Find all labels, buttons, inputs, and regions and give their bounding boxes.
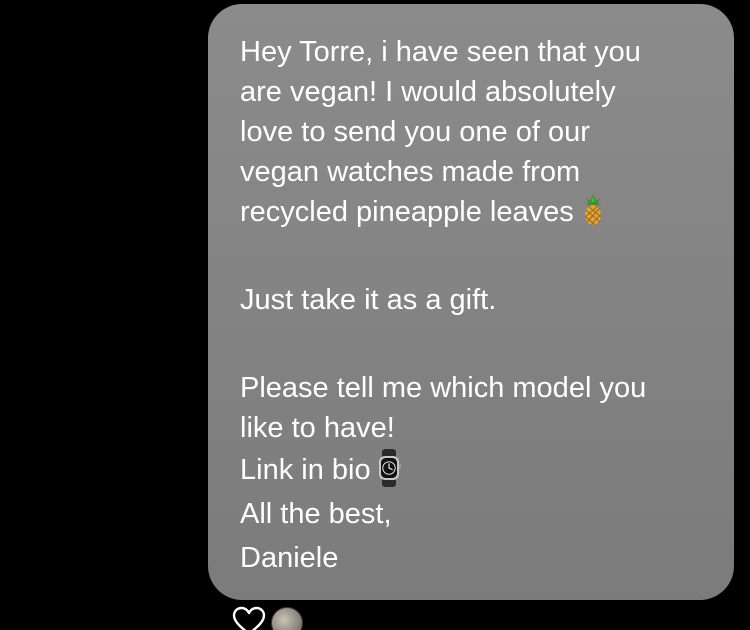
message-signature: Daniele <box>240 542 339 574</box>
watch-icon <box>378 449 401 488</box>
message-paragraph-intro: Hey Torre, i have seen that you are vega… <box>240 32 706 232</box>
message-paragraph-closing: Please tell me which model you like to h… <box>240 368 706 580</box>
message-paragraph-gift: Just take it as a gift. <box>240 280 706 320</box>
message-line: vegan watches made from <box>240 156 581 188</box>
pineapple-icon <box>583 194 602 226</box>
message-reactions <box>231 606 303 630</box>
message-bubble[interactable]: Hey Torre, i have seen that you are vega… <box>208 4 734 600</box>
message-line: are vegan! I would absolutely <box>240 76 616 108</box>
message-line-text: recycled pineapple leaves <box>240 196 574 228</box>
dm-thread: Hey Torre, i have seen that you are vega… <box>0 0 750 630</box>
message-line: Please tell me which model you <box>240 372 647 404</box>
seen-avatar-icon[interactable] <box>271 607 303 630</box>
message-line: All the best, <box>240 498 392 530</box>
heart-outline-icon[interactable] <box>231 606 267 630</box>
message-line: Just take it as a gift. <box>240 284 497 316</box>
message-line: love to send you one of our <box>240 116 590 148</box>
message-line-with-emoji: recycled pineapple leaves <box>240 192 706 232</box>
message-line: like to have! <box>240 412 395 444</box>
message-line-text: Link in bio <box>240 454 371 486</box>
message-line-with-emoji: Link in bio <box>240 448 706 492</box>
message-line: Hey Torre, i have seen that you <box>240 36 641 68</box>
